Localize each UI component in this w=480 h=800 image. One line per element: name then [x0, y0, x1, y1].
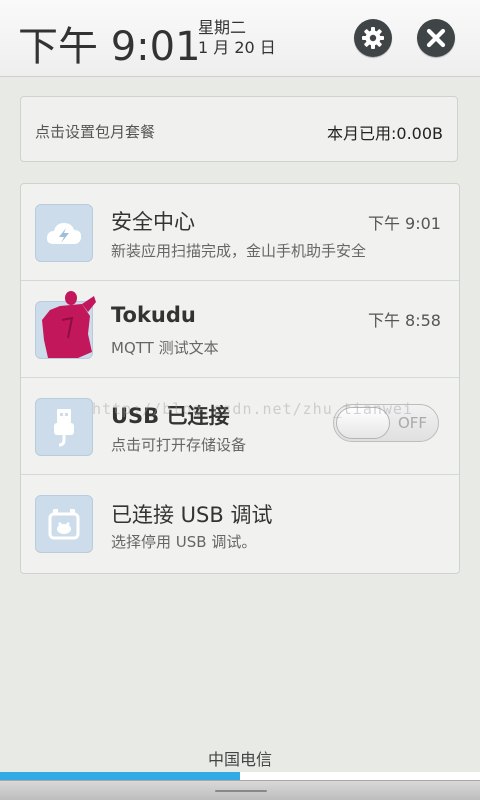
data-usage: 本月已用:0.00B	[327, 124, 443, 143]
notification-subtitle: 新装应用扫描完成，金山手机助手安全	[111, 242, 367, 260]
notification-subtitle: MQTT 测试文本	[111, 339, 219, 357]
notification-item-security-center[interactable]: 安全中心 下午 9:01 新装应用扫描完成，金山手机助手安全	[21, 184, 459, 281]
data-plan-bar[interactable]: 点击设置包月套餐 本月已用:0.00B	[20, 96, 458, 162]
handle-grip	[215, 790, 267, 792]
notification-title: Tokudu	[111, 303, 196, 327]
notification-icon	[35, 495, 93, 553]
notification-icon	[35, 398, 93, 456]
notification-time: 下午 9:01	[367, 214, 441, 233]
usb-icon	[54, 409, 74, 447]
avatar	[42, 291, 96, 358]
notification-title-text: 已连接 USB 调试	[111, 503, 273, 527]
watermark: http://blog.csdn.net/zhu_tianwei	[92, 400, 413, 418]
notification-icon	[35, 204, 93, 262]
weekday: 星期二	[198, 18, 247, 37]
progress-bar	[0, 772, 480, 780]
date: 1 月 20 日	[198, 38, 276, 57]
notification-title: 安全中心	[111, 210, 195, 234]
notification-title: 已连接 USB 调试	[111, 499, 272, 529]
notification-subtitle: 选择停用 USB 调试。	[111, 533, 257, 551]
progress-fill	[0, 772, 240, 780]
data-plan-setup: 点击设置包月套餐	[35, 123, 156, 141]
notification-header: 下午 9:01 星期二 1 月 20 日	[0, 0, 480, 77]
settings-button[interactable]	[354, 19, 392, 57]
notification-subtitle: 点击可打开存储设备	[111, 436, 247, 454]
notification-item-tokudu[interactable]: Tokudu 下午 8:58 MQTT 测试文本	[21, 281, 459, 378]
cloud-lightning-icon	[46, 223, 82, 244]
clear-all-button[interactable]	[417, 19, 455, 57]
gear-icon	[362, 27, 384, 49]
debug-icon	[48, 509, 80, 540]
clock: 下午 9:01	[18, 24, 201, 70]
close-icon	[426, 28, 446, 48]
notification-time: 下午 8:58	[367, 311, 441, 330]
notification-item-usb-connected[interactable]: USB 已连接 点击可打开存储设备 OFF	[21, 378, 459, 475]
notification-list: 安全中心 下午 9:01 新装应用扫描完成，金山手机助手安全 Tokudu 下午…	[20, 183, 460, 574]
notification-item-usb-debugging[interactable]: 已连接 USB 调试 选择停用 USB 调试。	[21, 475, 459, 572]
carrier-label: 中国电信	[207, 750, 272, 769]
notification-icon	[35, 291, 96, 359]
date-block: 星期二 1 月 20 日	[198, 18, 276, 58]
drawer-handle[interactable]	[0, 780, 480, 800]
